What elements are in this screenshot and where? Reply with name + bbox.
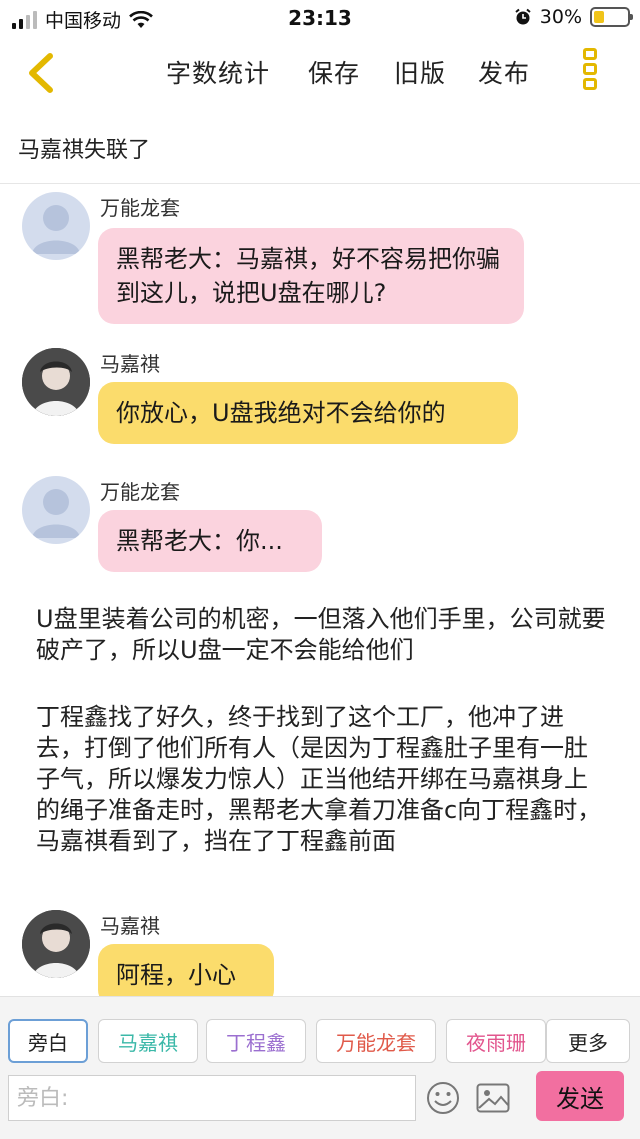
role-chip-majiaqi[interactable]: 马嘉祺 <box>98 1019 198 1063</box>
chevron-left-icon[interactable] <box>22 50 62 96</box>
battery-icon <box>590 7 633 27</box>
role-chip-dingchengxin[interactable]: 丁程鑫 <box>206 1019 306 1063</box>
status-bar: 中国移动 23:13 30% <box>0 0 640 36</box>
save-button[interactable]: 保存 <box>308 54 360 90</box>
sender-name: 万能龙套 <box>100 196 180 220</box>
status-right: 30% <box>514 6 633 28</box>
alarm-icon <box>515 8 531 25</box>
send-button[interactable]: 发送 <box>536 1071 624 1121</box>
document-title[interactable]: 马嘉祺失联了 <box>18 132 150 164</box>
message-bubble[interactable]: 你放心，U盘我绝对不会给你的 <box>98 382 518 444</box>
role-label: 万能龙套 <box>336 1030 416 1055</box>
image-icon[interactable] <box>476 1083 510 1113</box>
role-label: 马嘉祺 <box>118 1030 178 1055</box>
sender-name: 马嘉祺 <box>100 352 160 376</box>
publish-button[interactable]: 发布 <box>478 54 530 90</box>
more-label: 更多 <box>568 1030 608 1055</box>
sender-name: 马嘉祺 <box>100 914 160 938</box>
emoji-icon[interactable] <box>426 1081 460 1115</box>
sender-name: 万能龙套 <box>100 480 180 504</box>
message-bubble[interactable]: 阿程，小心 <box>98 944 274 996</box>
message-input-box[interactable] <box>8 1075 416 1121</box>
message-bubble[interactable]: 黑帮老大：马嘉祺，好不容易把你骗到这儿，说把U盘在哪儿? <box>98 228 524 324</box>
old-version-button[interactable]: 旧版 <box>394 54 446 90</box>
battery-level <box>594 11 604 23</box>
user-avatar[interactable] <box>22 348 90 416</box>
user-avatar[interactable] <box>22 910 90 978</box>
battery-percent: 30% <box>539 6 582 28</box>
role-chip-narration[interactable]: 旁白 <box>8 1019 88 1063</box>
composer-bar: 旁白 马嘉祺 丁程鑫 万能龙套 夜雨珊 更多 发送 <box>0 996 640 1139</box>
role-label: 丁程鑫 <box>226 1030 286 1055</box>
role-chip-yeyushan[interactable]: 夜雨珊 <box>446 1019 546 1063</box>
editor-toolbar: 字数统计 保存 旧版 发布 <box>0 40 640 106</box>
default-avatar-icon[interactable] <box>22 476 90 544</box>
role-label: 夜雨珊 <box>466 1030 526 1055</box>
chat-area[interactable]: 万能龙套 黑帮老大：马嘉祺，好不容易把你骗到这儿，说把U盘在哪儿? 马嘉祺 你放… <box>0 184 640 996</box>
message-input[interactable] <box>9 1076 415 1120</box>
message-bubble[interactable]: 黑帮老大：你... <box>98 510 322 572</box>
vertical-menu-icon[interactable] <box>578 48 602 98</box>
narration-text[interactable]: 丁程鑫找了好久，终于找到了这个工厂，他冲了进去，打倒了他们所有人（是因为丁程鑫肚… <box>36 702 606 857</box>
role-label: 旁白 <box>28 1030 68 1055</box>
role-chip-extra[interactable]: 万能龙套 <box>316 1019 436 1063</box>
more-roles-button[interactable]: 更多 <box>546 1019 630 1063</box>
word-count-button[interactable]: 字数统计 <box>166 54 270 90</box>
default-avatar-icon[interactable] <box>22 192 90 260</box>
narration-text[interactable]: U盘里装着公司的机密，一但落入他们手里，公司就要破产了，所以U盘一定不会能给他们 <box>36 604 606 666</box>
